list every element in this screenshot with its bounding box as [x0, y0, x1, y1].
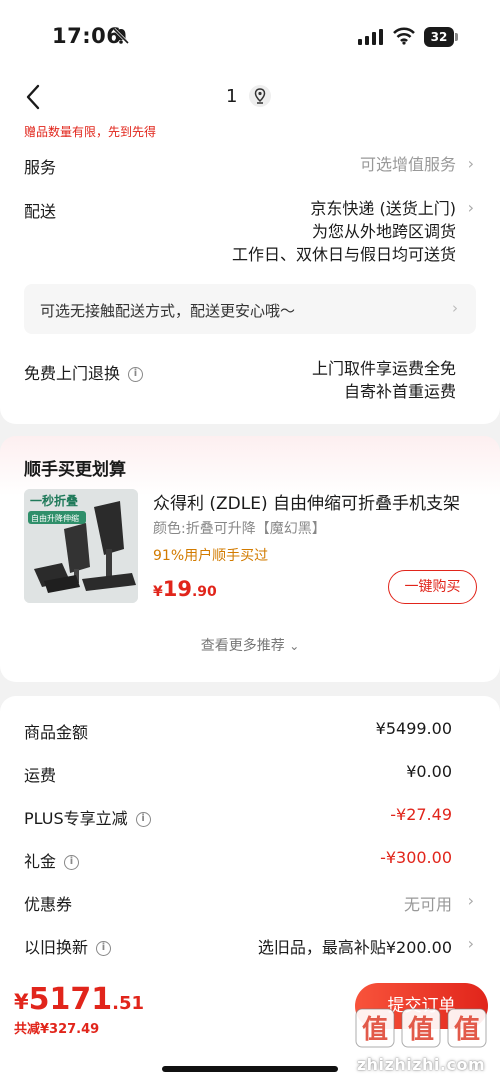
- signal-icon: [358, 29, 383, 45]
- product-price-currency: ¥: [153, 584, 163, 600]
- service-chevron-icon[interactable]: ›: [468, 154, 474, 173]
- product-image[interactable]: 一秒折叠 自由升降伸缩: [24, 489, 138, 603]
- home-indicator[interactable]: [162, 1066, 338, 1072]
- delivery-days: 工作日、双休日与假日均可送货: [231, 245, 456, 264]
- contactless-option[interactable]: 可选无接触配送方式，配送更安心哦～ ›: [24, 284, 476, 334]
- tradein-chevron-icon[interactable]: ›: [468, 934, 474, 953]
- return-info: 上门取件享运费全免 自寄补首重运费: [312, 357, 456, 403]
- return-label-text: 免费上门退换: [24, 364, 121, 383]
- status-bar: 17:06 32: [0, 0, 500, 72]
- info-icon[interactable]: i: [64, 855, 80, 870]
- info-icon[interactable]: i: [135, 812, 151, 827]
- return-line-1: 上门取件享运费全免: [311, 359, 456, 378]
- product-name[interactable]: 众得利 (ZDLE) 自由伸缩可折叠手机支架: [153, 489, 477, 514]
- watermark-char-2: 值: [408, 1015, 434, 1045]
- watermark-char-3: 值: [454, 1015, 480, 1045]
- product-price-dec: .90: [191, 584, 217, 600]
- info-icon[interactable]: i: [96, 941, 112, 956]
- one-click-buy-button[interactable]: 一键购买: [388, 570, 477, 604]
- location-icon[interactable]: [248, 84, 272, 108]
- delivery-chevron-icon[interactable]: ›: [468, 198, 474, 217]
- battery-icon: 32: [424, 27, 458, 47]
- summary-plus-value: -¥27.49: [390, 805, 452, 824]
- total-price-int: 5171: [28, 982, 113, 1017]
- delivery-label: 配送: [24, 202, 57, 221]
- summary-shipping-label: 运费: [24, 766, 57, 785]
- summary-gift-text: 礼金: [24, 852, 57, 871]
- return-line-2: 自寄补首重运费: [343, 382, 456, 401]
- delivery-info[interactable]: 京东快递 (送货上门) 为您从外地跨区调货 工作日、双休日与假日均可送货: [232, 197, 456, 266]
- summary-gift-label: 礼金 i: [24, 848, 80, 872]
- service-value[interactable]: 可选增值服务: [360, 153, 456, 176]
- contactless-chevron-icon: ›: [452, 299, 458, 317]
- summary-goods-label: 商品金额: [24, 723, 89, 742]
- wifi-icon: [393, 27, 415, 45]
- summary-gift-value: -¥300.00: [380, 848, 452, 867]
- summary-coupon-label: 优惠券: [24, 895, 73, 914]
- recommend-title: 顺手买更划算: [24, 460, 126, 480]
- product-price: ¥19.90: [153, 577, 217, 601]
- battery-level: 32: [424, 27, 454, 47]
- product-price-int: 19: [162, 577, 192, 601]
- delivery-method: 京东快递 (送货上门): [310, 199, 456, 218]
- back-icon[interactable]: [24, 84, 44, 110]
- product-image-slogan: 一秒折叠: [30, 493, 78, 508]
- site-watermark: 值 值 值 zhizhizhi.com: [350, 1003, 492, 1081]
- bell-mute-icon: [112, 27, 130, 45]
- delivery-dispatch: 为您从外地跨区调货: [311, 222, 456, 241]
- summary-coupon-value[interactable]: 无可用: [404, 891, 452, 915]
- product-color: 颜色:折叠可升降【魔幻黑】: [153, 521, 326, 537]
- gift-notice: 赠品数量有限，先到先得: [24, 125, 157, 139]
- total-price-dec: .51: [112, 993, 145, 1014]
- more-recommend-link[interactable]: 查看更多推荐 ⌄: [0, 635, 500, 655]
- total-price-currency: ¥: [14, 990, 29, 1014]
- product-image-tag: 自由升降伸缩: [31, 513, 79, 523]
- chevron-down-icon: ⌄: [289, 639, 300, 653]
- watermark-url: zhizhizhi.com: [356, 1055, 486, 1074]
- total-saved: 共减¥327.49: [14, 1022, 100, 1037]
- summary-tradein-value[interactable]: 选旧品，最高补贴¥200.00: [258, 934, 452, 958]
- summary-goods-value: ¥5499.00: [375, 719, 452, 738]
- return-label: 免费上门退换 i: [24, 360, 144, 384]
- total-price: ¥5171.51: [14, 982, 144, 1017]
- status-time: 17:06: [52, 24, 122, 48]
- more-recommend-text: 查看更多推荐: [200, 638, 285, 654]
- watermark-char-1: 值: [362, 1015, 388, 1045]
- quantity: 1: [226, 86, 238, 107]
- summary-plus-text: PLUS专享立减: [24, 809, 128, 828]
- contactless-text: 可选无接触配送方式，配送更安心哦～: [40, 302, 296, 320]
- summary-tradein-label: 以旧换新 i: [24, 934, 112, 958]
- coupon-chevron-icon[interactable]: ›: [468, 891, 474, 910]
- product-buy-rate: 91%用户顺手买过: [153, 548, 269, 564]
- service-label: 服务: [24, 158, 57, 177]
- summary-shipping-value: ¥0.00: [406, 762, 452, 781]
- summary-plus-label: PLUS专享立减 i: [24, 805, 151, 829]
- summary-tradein-text: 以旧换新: [24, 938, 89, 957]
- info-icon[interactable]: i: [128, 367, 144, 382]
